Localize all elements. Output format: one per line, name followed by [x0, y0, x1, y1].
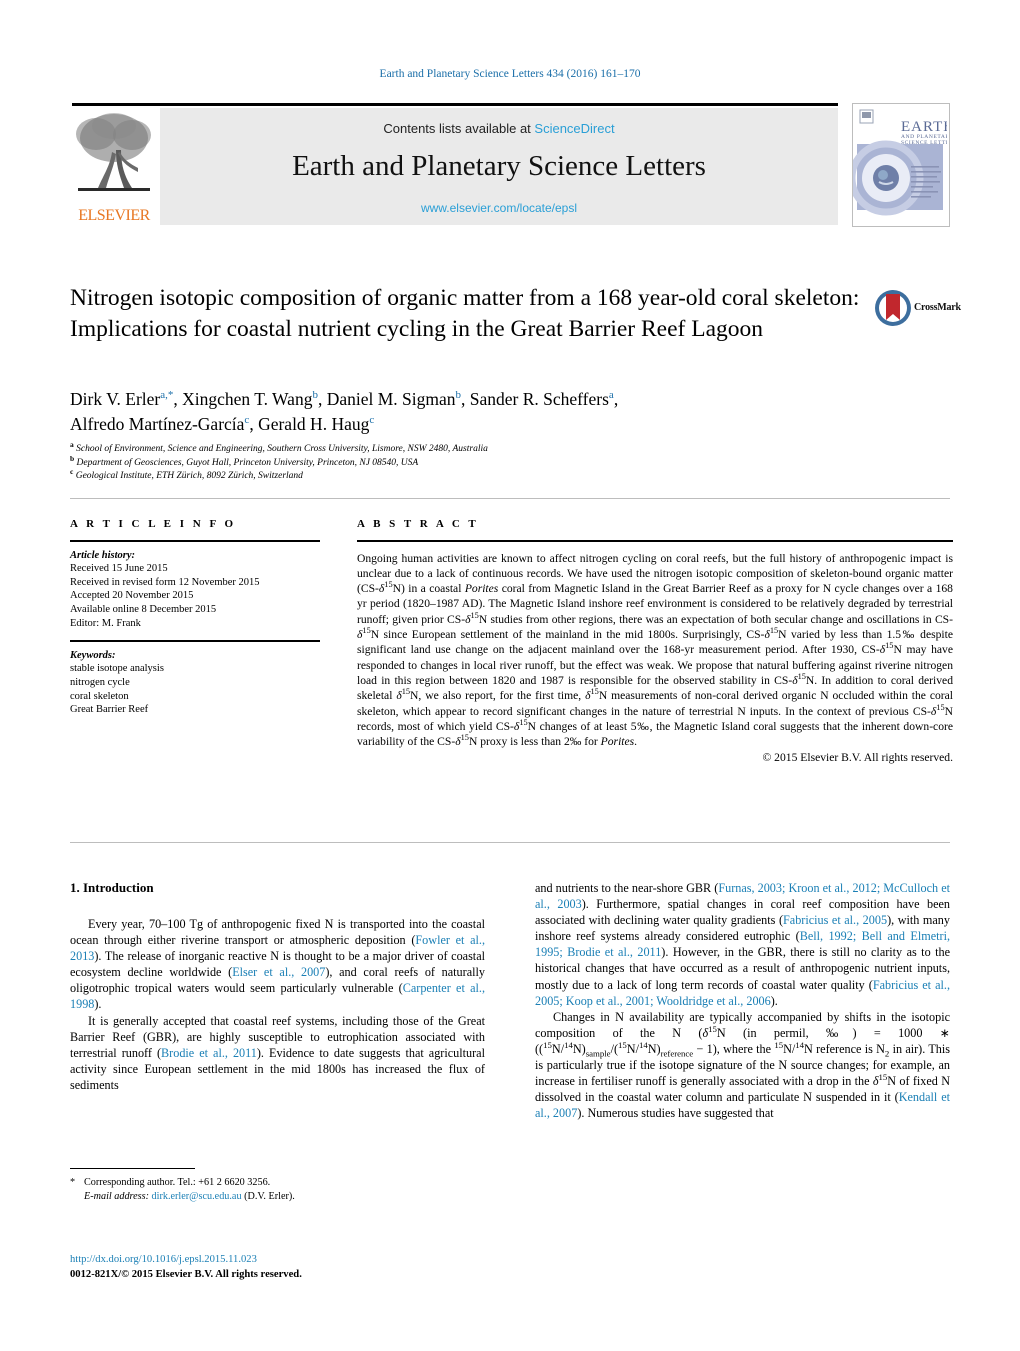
author-name: Gerald H. Haug	[258, 414, 370, 434]
crossmark-label: CrossMark	[914, 302, 961, 313]
elsevier-tree-logo: ELSEVIER	[72, 108, 156, 225]
affiliation-item: a School of Environment, Science and Eng…	[70, 439, 890, 457]
keywords-label: Keywords:	[70, 649, 116, 661]
doi-link[interactable]: http://dx.doi.org/10.1016/j.epsl.2015.11…	[70, 1254, 257, 1265]
keyword-item: Great Barrier Reef	[70, 704, 149, 716]
doi-block: http://dx.doi.org/10.1016/j.epsl.2015.11…	[70, 1252, 500, 1282]
crossmark-badge[interactable]: CrossMark	[874, 289, 961, 331]
corresponding-author-text: Corresponding author. Tel.: +61 2 6620 3…	[84, 1177, 271, 1188]
citation-link[interactable]: Fabricius et al., 2005	[783, 913, 887, 927]
affiliation-mark: a	[70, 439, 74, 449]
history-item: Accepted 20 November 2015	[70, 590, 194, 602]
elsevier-wordmark: ELSEVIER	[78, 207, 150, 224]
body-paragraph: It is generally accepted that coastal re…	[70, 1013, 485, 1092]
affiliation-text: Geological Institute, ETH Zürich, 8092 Z…	[75, 471, 303, 481]
svg-text:SCIENCE LETTERS: SCIENCE LETTERS	[901, 140, 947, 146]
journal-url[interactable]: www.elsevier.com/locate/epsl	[160, 201, 838, 215]
history-item: Editor: M. Frank	[70, 617, 141, 629]
masthead-top-rule	[72, 103, 838, 106]
author-name: Sander R. Scheffers	[469, 389, 609, 409]
article-info-rule	[70, 540, 320, 542]
citation-link[interactable]: Carpenter et al., 1998	[70, 981, 485, 1011]
elsevier-tree-icon	[76, 113, 151, 191]
keyword-item: nitrogen cycle	[70, 676, 130, 688]
abstract-copyright: © 2015 Elsevier B.V. All rights reserved…	[762, 751, 953, 765]
citation-link[interactable]: Fowler et al., 2013	[70, 933, 485, 963]
affiliation-text: School of Environment, Science and Engin…	[76, 444, 488, 454]
body-paragraph: Changes in N availability are typically …	[535, 1009, 951, 1121]
journal-title: Earth and Planetary Science Letters	[292, 150, 706, 182]
abstract-rule	[357, 540, 953, 542]
email-link[interactable]: dirk.erler@scu.edu.au	[152, 1191, 242, 1202]
history-item: Received 15 June 2015	[70, 563, 168, 575]
abstract-text: Ongoing human activities are known to af…	[357, 551, 954, 749]
author-name: Xingchen T. Wang	[182, 389, 313, 409]
title-block: Nitrogen isotopic composition of organic…	[70, 283, 860, 345]
author-affil-mark: b	[455, 389, 462, 402]
info-section-bottom-rule	[70, 842, 950, 843]
article-history-label: Article history:	[70, 549, 136, 561]
masthead-panel: Contents lists available at ScienceDirec…	[160, 108, 838, 225]
citation-link[interactable]: Elser et al., 2007	[232, 965, 325, 979]
running-head: Earth and Planetary Science Letters 434 …	[379, 68, 641, 80]
affiliation-list: a School of Environment, Science and Eng…	[70, 439, 890, 484]
body-column-left: 1. Introduction Every year, 70–100 Tg of…	[70, 880, 485, 1093]
citation-link[interactable]: Bell, 1992; Bell and Elmetri, 1995; Brod…	[535, 929, 950, 959]
footnote-block: * Corresponding author. Tel.: +61 2 6620 …	[70, 1176, 490, 1204]
citation-link[interactable]: Kendall et al., 2007	[535, 1090, 950, 1120]
footnote-rule	[70, 1168, 195, 1170]
body-paragraph: and nutrients to the near-shore GBR (Fur…	[535, 881, 951, 1008]
body-paragraph: Every year, 70–100 Tg of anthropogenic f…	[70, 917, 486, 1012]
author-affil-mark: a	[608, 389, 614, 402]
corresponding-author-note: * Corresponding author. Tel.: +61 2 6620 …	[70, 1176, 490, 1190]
author-name: Daniel M. Sigman	[326, 389, 456, 409]
author-list: Dirk V. Erlera,*, Xingchen T. Wangb, Dan…	[70, 389, 619, 434]
keywords-block: Keywords: stable isotope analysis nitrog…	[70, 649, 320, 717]
issn-copyright-line: 0012-821X/© 2015 Elsevier B.V. All right…	[70, 1269, 302, 1280]
history-item: Available online 8 December 2015	[70, 603, 217, 615]
author-affil-mark: c	[369, 414, 375, 427]
author-affil-mark: c	[244, 414, 250, 427]
abstract-heading: A B S T R A C T	[357, 518, 479, 530]
paper-title: Nitrogen isotopic composition of organic…	[70, 285, 860, 342]
email-suffix: (D.V. Erler).	[244, 1191, 295, 1202]
article-page: Earth and Planetary Science Letters 434 …	[0, 0, 1020, 1351]
body-column-right: and nutrients to the near-shore GBR (Fur…	[535, 880, 950, 1121]
abstract-column: A B S T R A C T Ongoing human activities…	[357, 518, 953, 764]
affiliation-text: Department of Geosciences, Guyot Hall, P…	[76, 457, 419, 468]
article-info-column: A R T I C L E I N F O Article history: R…	[70, 518, 320, 717]
journal-masthead: ELSEVIER Contents lists available at Sci…	[72, 103, 950, 227]
keywords-divider-rule	[70, 640, 320, 642]
article-info-heading: A R T I C L E I N F O	[70, 518, 237, 530]
svg-text:EARTH: EARTH	[901, 119, 947, 135]
contents-available-line: Contents lists available at ScienceDirec…	[160, 121, 838, 136]
sciencedirect-link[interactable]: ScienceDirect	[534, 121, 614, 136]
section-title-introduction: 1. Introduction	[70, 880, 154, 895]
email-label: E-mail address:	[84, 1191, 149, 1202]
affiliation-item: c Geological Institute, ETH Zürich, 8092…	[70, 466, 890, 484]
affiliation-mark: c	[70, 466, 74, 476]
article-history-block: Article history: Received 15 June 2015 R…	[70, 549, 320, 631]
keyword-item: coral skeleton	[70, 690, 129, 702]
author-affil-mark: b	[312, 389, 318, 402]
contents-prefix: Contents lists available at	[383, 121, 535, 136]
history-item: Received in revised form 12 November 201…	[70, 576, 260, 588]
crossmark-icon	[875, 290, 911, 326]
author-name: Alfredo Martínez-García	[70, 414, 245, 434]
keyword-item: stable isotope analysis	[70, 663, 164, 675]
affiliation-item: b Department of Geosciences, Guyot Hall,…	[70, 454, 890, 471]
asterisk-icon: *	[70, 1177, 76, 1188]
citation-link[interactable]: Brodie et al., 2011	[161, 1046, 257, 1060]
author-affil-mark: a,*	[160, 389, 174, 402]
journal-cover-icon: EARTH AND PLANETARY SCIENCE LETTERS	[853, 104, 949, 224]
email-note: E-mail address: dirk.erler@scu.edu.au (D…	[70, 1190, 490, 1204]
journal-cover-thumbnail: EARTH AND PLANETARY SCIENCE LETTERS	[852, 103, 950, 227]
author-name: Dirk V. Erler	[70, 389, 161, 409]
citation-link[interactable]: Furnas, 2003; Kroon et al., 2012; McCull…	[535, 881, 950, 911]
citation-link[interactable]: Fabricius et al., 2005; Koop et al., 200…	[535, 978, 950, 1008]
affiliation-mark: b	[70, 453, 75, 463]
info-section-top-rule	[70, 498, 950, 499]
